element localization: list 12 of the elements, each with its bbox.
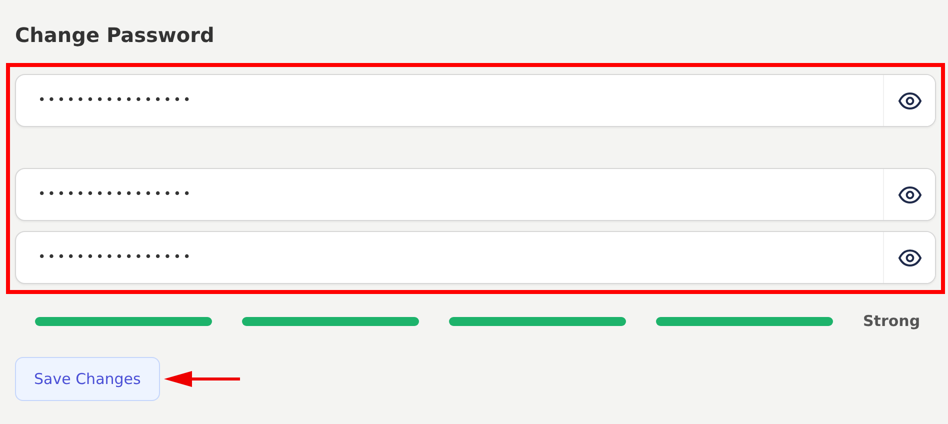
eye-icon	[898, 186, 922, 204]
show-password-button[interactable]	[883, 232, 935, 283]
save-button[interactable]: Save Changes	[15, 356, 160, 400]
strength-label: Strong	[863, 311, 920, 332]
eye-icon	[898, 92, 922, 110]
password-field[interactable]: ••••••••••••••••	[15, 74, 936, 127]
show-password-button[interactable]	[883, 169, 935, 220]
password-field[interactable]: ••••••••••••••••	[15, 168, 936, 221]
page-title: Change Password	[15, 22, 216, 49]
show-password-button[interactable]	[883, 75, 935, 126]
eye-icon	[898, 248, 922, 266]
password-field[interactable]: ••••••••••••••••	[15, 231, 936, 284]
